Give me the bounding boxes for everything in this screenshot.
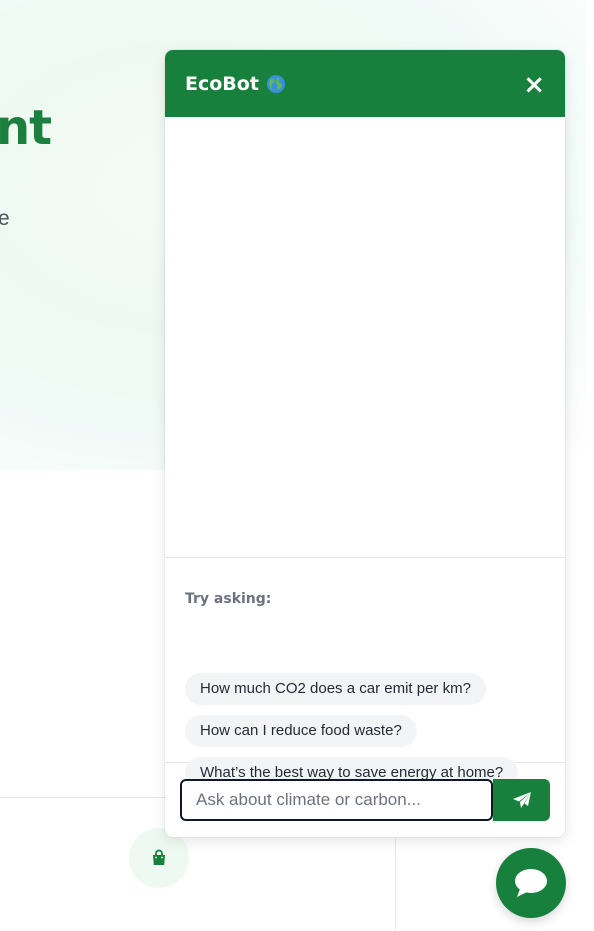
chat-header: EcoBot × xyxy=(165,50,565,117)
close-icon[interactable]: × xyxy=(523,72,545,98)
suggestion-chip[interactable]: How much CO2 does a car emit per km? xyxy=(185,673,486,705)
chat-bubble-icon xyxy=(515,869,547,897)
chat-input[interactable] xyxy=(180,779,493,821)
try-asking-label: Try asking: xyxy=(185,591,272,607)
shopping-bag-icon xyxy=(153,849,165,865)
chat-title: EcoBot xyxy=(185,72,259,95)
suggestions-panel: Try asking: How much CO2 does a car emit… xyxy=(165,557,565,789)
hero-title: nt xyxy=(0,100,52,156)
chat-input-row xyxy=(165,763,565,837)
globe-icon xyxy=(266,74,285,93)
chat-window: EcoBot × Try asking: How much CO2 does a… xyxy=(165,50,565,837)
category-badge xyxy=(129,828,189,888)
hero-subtitle: e xyxy=(0,207,10,230)
send-button[interactable] xyxy=(493,779,550,821)
message-list[interactable] xyxy=(165,117,565,557)
chat-title-wrap: EcoBot xyxy=(185,73,286,95)
paper-plane-icon xyxy=(512,792,531,808)
chat-toggle-button[interactable] xyxy=(496,848,566,918)
suggestion-chip[interactable]: How can I reduce food waste? xyxy=(185,715,417,747)
